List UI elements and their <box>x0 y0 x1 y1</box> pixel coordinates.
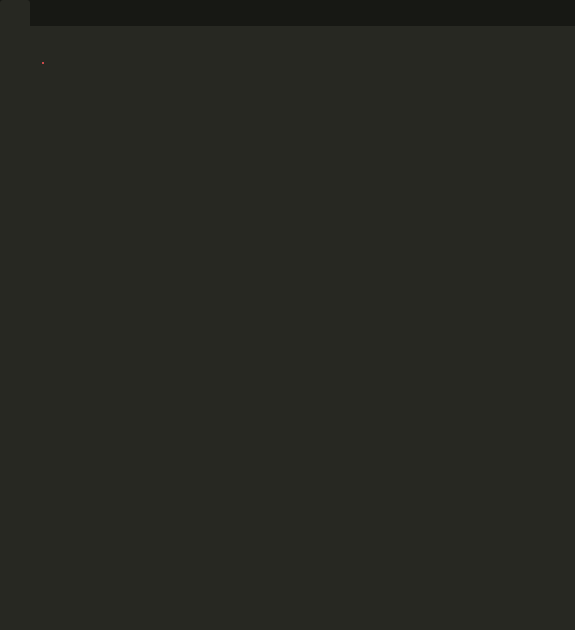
line-number-gutter <box>0 26 36 630</box>
highlight-annotation <box>42 62 44 64</box>
tab-bar <box>0 0 575 26</box>
tab-active[interactable] <box>0 0 30 26</box>
code-content[interactable] <box>36 26 575 630</box>
editor-area <box>0 26 575 630</box>
